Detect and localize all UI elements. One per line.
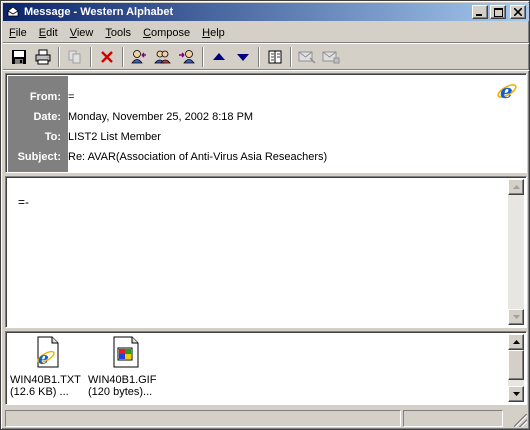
maximize-button[interactable]	[490, 5, 506, 19]
image-file-icon	[110, 336, 142, 368]
menu-view[interactable]: View	[64, 27, 100, 39]
scroll-up-button[interactable]	[508, 179, 524, 195]
previous-arrow-icon[interactable]	[207, 46, 230, 68]
attachments-vertical-scrollbar[interactable]	[508, 334, 524, 402]
toolbar-separator	[90, 47, 92, 67]
menu-help[interactable]: Help	[196, 27, 231, 39]
attachments-pane: e WIN40B1.TXT (12.6 KB) ... WIN40B1.GIF	[5, 331, 527, 405]
svg-text:e: e	[500, 80, 513, 102]
from-value[interactable]: =	[68, 91, 74, 103]
menu-edit[interactable]: Edit	[33, 27, 64, 39]
encrypt-icon[interactable]	[295, 46, 318, 68]
menu-tools[interactable]: Tools	[99, 27, 137, 39]
attachment-item[interactable]: WIN40B1.GIF (120 bytes)...	[86, 336, 166, 398]
scroll-down-button[interactable]	[508, 309, 524, 325]
forward-icon[interactable]	[175, 46, 198, 68]
date-row: Date: Monday, November 25, 2002 8:18 PM	[6, 108, 526, 126]
subject-row: Subject: Re: AVAR(Association of Anti-Vi…	[6, 148, 526, 166]
title-bar[interactable]: Message - Western Alphabet	[3, 3, 529, 21]
status-bar	[3, 408, 529, 429]
menu-file[interactable]: File	[3, 27, 33, 39]
window-title: Message - Western Alphabet	[24, 6, 174, 18]
attachment-size: (12.6 KB) ...	[10, 386, 69, 398]
body-vertical-scrollbar[interactable]	[508, 179, 524, 325]
save-icon[interactable]	[7, 46, 30, 68]
date-label: Date:	[33, 111, 61, 123]
toolbar-separator	[290, 47, 292, 67]
subject-value: Re: AVAR(Association of Anti-Virus Asia …	[68, 151, 328, 163]
minimize-button[interactable]	[472, 5, 488, 19]
reply-icon[interactable]	[127, 46, 150, 68]
toolbar-bottom-separator	[3, 69, 529, 71]
subject-label: Subject:	[17, 151, 61, 163]
message-header-pane: From: = Date: Monday, November 25, 2002 …	[5, 73, 527, 173]
attachment-item[interactable]: e WIN40B1.TXT (12.6 KB) ...	[8, 336, 88, 398]
to-label: To:	[44, 131, 61, 143]
ie-document-icon: e	[32, 336, 64, 369]
date-value: Monday, November 25, 2002 8:18 PM	[68, 111, 254, 123]
to-value[interactable]: LIST2 List Member	[68, 131, 161, 143]
toolbar-separator	[202, 47, 204, 67]
message-window: Message - Western Alphabet File Edit Vie…	[0, 0, 530, 430]
scroll-up-button[interactable]	[508, 334, 524, 350]
menu-separator	[3, 42, 529, 44]
sign-icon[interactable]	[319, 46, 342, 68]
attachment-size: (120 bytes)...	[88, 386, 153, 398]
svg-text:e: e	[38, 349, 49, 368]
attachment-name: WIN40B1.GIF	[88, 374, 157, 386]
address-book-icon[interactable]	[263, 46, 286, 68]
scroll-thumb[interactable]	[508, 350, 524, 380]
status-panel-secondary	[403, 410, 503, 427]
toolbar	[3, 45, 529, 69]
resize-grip-icon[interactable]	[514, 414, 527, 427]
copy-icon[interactable]	[63, 46, 86, 68]
message-body-pane[interactable]: =-	[5, 176, 527, 328]
delete-icon[interactable]	[95, 46, 118, 68]
to-row: To: LIST2 List Member	[6, 128, 526, 146]
status-panel-main	[5, 410, 401, 427]
from-label: From:	[29, 91, 61, 103]
from-row: From: =	[6, 88, 526, 106]
next-arrow-icon[interactable]	[231, 46, 254, 68]
toolbar-separator	[258, 47, 260, 67]
menu-bar: File Edit View Tools Compose Help	[3, 23, 529, 42]
attachment-name: WIN40B1.TXT	[10, 374, 81, 386]
scroll-down-button[interactable]	[508, 386, 524, 402]
toolbar-separator	[122, 47, 124, 67]
print-icon[interactable]	[31, 46, 54, 68]
internet-explorer-logo-icon: e	[496, 79, 518, 103]
toolbar-separator	[58, 47, 60, 67]
envelope-icon	[6, 5, 20, 19]
close-button[interactable]	[510, 5, 526, 19]
message-body-text: =-	[18, 195, 30, 209]
menu-compose[interactable]: Compose	[137, 27, 196, 39]
reply-all-icon[interactable]	[151, 46, 174, 68]
